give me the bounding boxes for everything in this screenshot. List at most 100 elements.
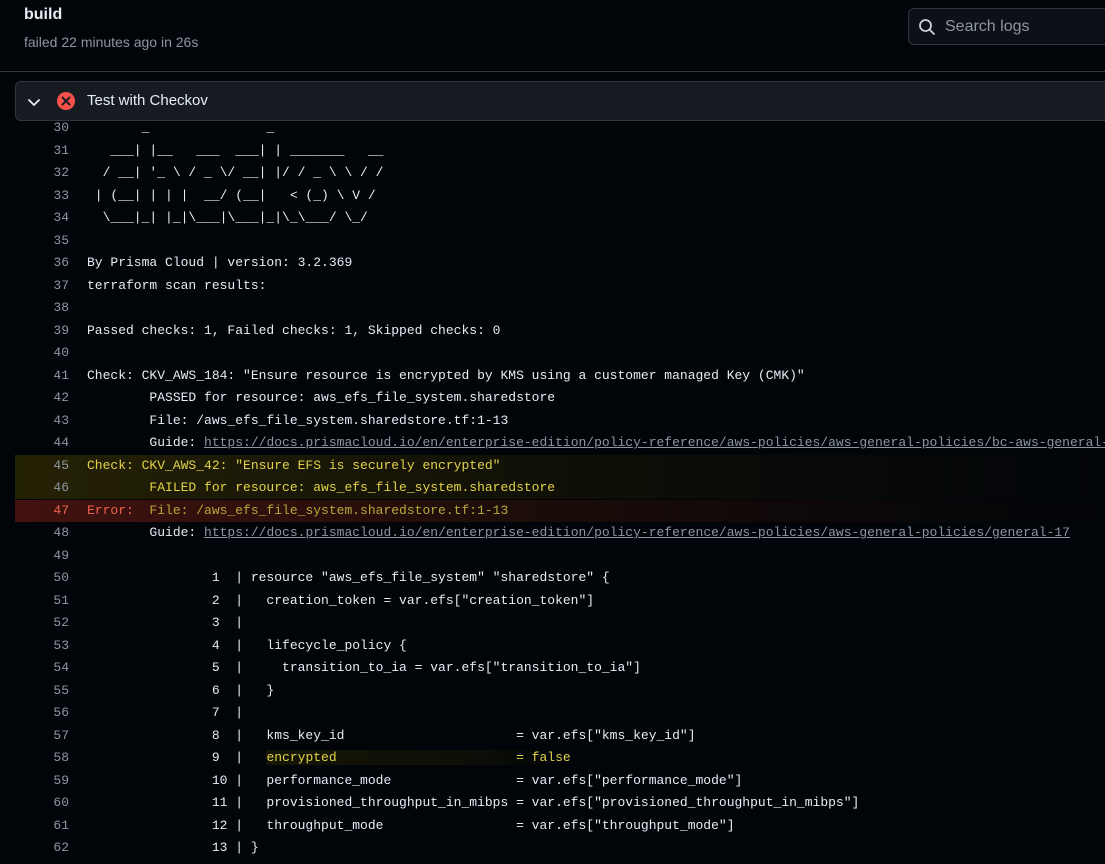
job-header: build failed 22 minutes ago in 26s xyxy=(0,0,1105,72)
line-number: 41 xyxy=(53,367,69,383)
line-number: 62 xyxy=(53,840,69,855)
log-line: 35 xyxy=(15,230,1105,252)
line-text: By Prisma Cloud | version: 3.2.369 xyxy=(87,255,353,270)
log-line: 44 Guide: https://docs.prismacloud.io/en… xyxy=(15,432,1105,454)
line-number: 52 xyxy=(53,615,69,630)
line-text: 7 | xyxy=(87,705,244,720)
log-line: 38 xyxy=(15,297,1105,319)
guide-link[interactable]: https://docs.prismacloud.io/en/enterpris… xyxy=(204,525,1070,540)
line-number: 34 xyxy=(53,210,69,225)
line-number: 43 xyxy=(53,412,69,428)
line-text: 12 | throughput_mode = var.efs["throughp… xyxy=(87,817,735,833)
line-number: 60 xyxy=(53,795,69,810)
line-number: 30 xyxy=(53,120,69,135)
line-number: 40 xyxy=(53,345,69,360)
line-text: 13 | } xyxy=(87,840,259,855)
step-title: Test with Checkov xyxy=(87,92,208,109)
log-line: 50 1 | resource "aws_efs_file_system" "s… xyxy=(15,567,1105,589)
line-text: 10 | performance_mode = var.efs["perform… xyxy=(87,772,743,788)
log-line: 55 6 | } xyxy=(15,680,1105,702)
line-number: 44 xyxy=(53,435,69,450)
log-line: 62 13 | } xyxy=(15,837,1105,859)
line-number: 47 xyxy=(53,502,69,518)
line-number: 48 xyxy=(53,525,69,540)
line-number: 55 xyxy=(53,682,69,698)
log-line-warning: 46 FAILED for resource: aws_efs_file_sys… xyxy=(15,477,1105,499)
line-number: 59 xyxy=(53,772,69,788)
line-text: FAILED for resource: aws_efs_file_system… xyxy=(87,480,556,495)
log-line: 32 / __| '_ \ / _ \/ __| |/ / _ \ \ / / xyxy=(15,162,1105,184)
x-circle-icon xyxy=(57,92,75,110)
line-number: 33 xyxy=(53,187,69,203)
step-header-test-with-checkov[interactable]: Test with Checkov xyxy=(15,81,1105,121)
line-number: 46 xyxy=(53,480,69,495)
search-logs-input[interactable] xyxy=(945,9,1105,44)
line-number: 37 xyxy=(53,277,69,293)
line-number: 31 xyxy=(53,142,69,158)
line-text: 2 | creation_token = var.efs["creation_t… xyxy=(87,592,595,608)
line-text: File: /aws_efs_file_system.sharedstore.t… xyxy=(87,412,509,428)
line-text: File: /aws_efs_file_system.sharedstore.t… xyxy=(133,502,509,518)
line-number: 49 xyxy=(53,547,69,563)
log-line: 57 8 | kms_key_id = var.efs["kms_key_id"… xyxy=(15,725,1105,747)
line-number: 45 xyxy=(53,457,69,473)
line-number: 56 xyxy=(53,705,69,720)
line-text: 5 | transition_to_ia = var.efs["transiti… xyxy=(87,660,641,675)
line-number: 38 xyxy=(53,300,69,315)
job-status-text: failed 22 minutes ago in 26s xyxy=(24,34,199,50)
line-text: Check: CKV_AWS_184: "Ensure resource is … xyxy=(87,367,805,383)
log-line: 36 By Prisma Cloud | version: 3.2.369 xyxy=(15,252,1105,274)
log-line: 59 10 | performance_mode = var.efs["perf… xyxy=(15,770,1105,792)
line-number: 54 xyxy=(53,660,69,675)
line-number: 53 xyxy=(53,637,69,653)
log-line: 33 | (__| | | | __/ (__| < (_) \ V / xyxy=(15,185,1105,207)
log-line: 53 4 | lifecycle_policy { xyxy=(15,635,1105,657)
guide-link[interactable]: https://docs.prismacloud.io/en/enterpris… xyxy=(204,435,1105,450)
line-number: 50 xyxy=(53,570,69,585)
line-text: _ _ xyxy=(87,120,275,135)
log-line: 60 11 | provisioned_throughput_in_mibps … xyxy=(15,792,1105,814)
line-number: 42 xyxy=(53,390,69,405)
line-text: PASSED for resource: aws_efs_file_system… xyxy=(87,390,556,405)
guide-label: Guide: xyxy=(87,525,205,540)
line-text: 1 | resource "aws_efs_file_system" "shar… xyxy=(87,570,610,585)
log-line: 54 5 | transition_to_ia = var.efs["trans… xyxy=(15,657,1105,679)
log-line: 42 PASSED for resource: aws_efs_file_sys… xyxy=(15,387,1105,409)
log-line: 39 Passed checks: 1, Failed checks: 1, Sk… xyxy=(15,320,1105,342)
job-title: build xyxy=(24,6,63,23)
line-text: 8 | kms_key_id = var.efs["kms_key_id"] xyxy=(87,727,696,743)
search-logs-box[interactable] xyxy=(908,8,1105,45)
line-text: terraform scan results: xyxy=(87,277,267,293)
log-line: 43 File: /aws_efs_file_system.sharedstor… xyxy=(15,410,1105,432)
log-line-warning: 45 Check: CKV_AWS_42: "Ensure EFS is secu… xyxy=(15,454,1105,477)
error-label: Error: xyxy=(87,502,134,518)
line-text: | (__| | | | __/ (__| < (_) \ V / xyxy=(87,187,376,203)
log-line: 41 Check: CKV_AWS_184: "Ensure resource i… xyxy=(15,365,1105,387)
log-line-error: 47 Error: File: /aws_efs_file_system.shar… xyxy=(15,499,1105,522)
line-text: Check: CKV_AWS_42: "Ensure EFS is secure… xyxy=(87,457,501,473)
log-line: 37 terraform scan results: xyxy=(15,275,1105,297)
line-text: Passed checks: 1, Failed checks: 1, Skip… xyxy=(87,322,501,338)
log-line: 52 3 | xyxy=(15,612,1105,634)
line-number: 36 xyxy=(53,255,69,270)
line-text: encrypted = false xyxy=(266,750,571,765)
line-number: 32 xyxy=(53,165,69,180)
log-line: 31 ___| |__ ___ ___| | _______ __ xyxy=(15,140,1105,162)
line-text: 6 | } xyxy=(87,682,275,698)
log-line: 34 \___|_| |_|\___|\___|_|\_\___/ \_/ xyxy=(15,207,1105,229)
line-text: 4 | lifecycle_policy { xyxy=(87,637,407,653)
log-line: 48 Guide: https://docs.prismacloud.io/en… xyxy=(15,522,1105,544)
line-text: 3 | xyxy=(87,615,244,630)
log-line-highlighted-code: 58 9 | encrypted = false xyxy=(15,747,1105,769)
line-number: 58 xyxy=(53,750,69,765)
line-number: 51 xyxy=(53,592,69,608)
log-line: 51 2 | creation_token = var.efs["creatio… xyxy=(15,590,1105,612)
line-number: 57 xyxy=(53,727,69,743)
log-line: 40 xyxy=(15,342,1105,364)
log-output: 30 _ _ 31 ___| |__ ___ ___| | _______ __… xyxy=(0,117,1105,864)
guide-label: Guide: xyxy=(87,435,205,450)
line-text: / __| '_ \ / _ \/ __| |/ / _ \ \ / / xyxy=(87,165,384,180)
line-text: \___|_| |_|\___|\___|_|\_\___/ \_/ xyxy=(87,210,368,225)
chevron-down-icon[interactable] xyxy=(26,94,42,110)
line-number: 39 xyxy=(53,322,69,338)
